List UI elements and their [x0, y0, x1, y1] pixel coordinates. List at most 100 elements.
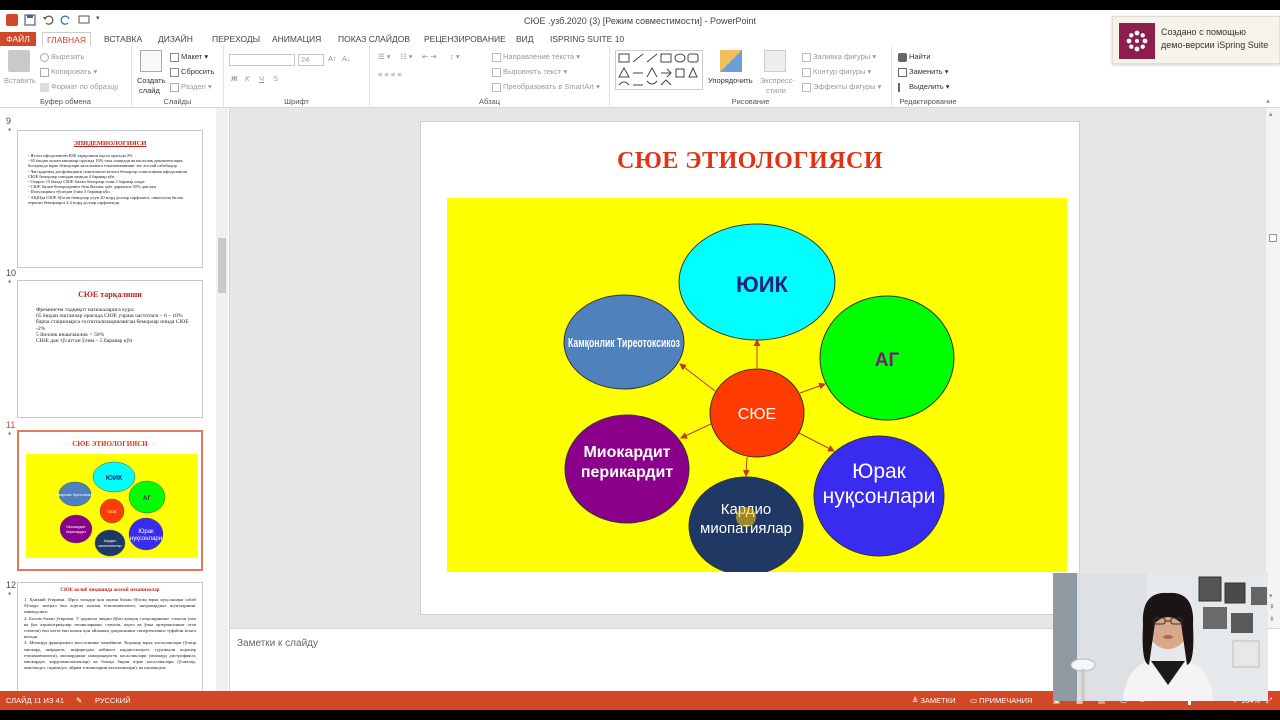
new-slide-button-line2[interactable]: слайд	[139, 86, 160, 95]
tab-insert[interactable]: ВСТАВКА	[100, 32, 146, 46]
next-slide-icon[interactable]: ⇟	[1269, 615, 1275, 623]
smartart-icon	[492, 82, 501, 92]
select-button[interactable]: Выделить ▾	[898, 82, 949, 92]
format-painter-button[interactable]: Формат по образцу	[40, 82, 118, 92]
paste-button[interactable]: Вставить	[4, 76, 36, 85]
scrollbar-thumb[interactable]	[218, 238, 226, 293]
shape-outline-button[interactable]: Контур фигуры ▾	[802, 67, 871, 77]
strikethrough-button[interactable]: S	[273, 74, 278, 83]
animation-star-icon: *	[8, 279, 12, 288]
current-slide[interactable]: СЮЕ ЭТИОЛОГИЯСИ ЮИК АГ Камқонлик Тиреото…	[420, 121, 1080, 615]
new-slide-icon[interactable]	[140, 50, 162, 72]
tab-ispring[interactable]: ISPRING SUITE 10	[546, 32, 628, 46]
webcam-overlay	[1053, 573, 1268, 701]
editor-scrollbar[interactable]: ▴ ▾ ⇞ ⇟	[1266, 108, 1280, 628]
align-text-button[interactable]: Выровнять текст ▾	[492, 67, 567, 77]
align-icons[interactable]: ≡ ≡ ≡ ≡	[378, 70, 402, 79]
scroll-down-icon[interactable]: ▾	[1269, 592, 1273, 600]
pointer-highlight	[736, 507, 756, 527]
slide-title[interactable]: СЮЕ ЭТИОЛОГИЯСИ	[421, 148, 1079, 175]
spellcheck-icon[interactable]: ✎	[76, 696, 82, 705]
tab-home[interactable]: ГЛАВНАЯ	[42, 32, 91, 46]
slide-counter: СЛАЙД 11 ИЗ 41	[6, 696, 64, 705]
shape-fill-button[interactable]: Заливка фигуры ▾	[802, 52, 876, 62]
layout-icon	[170, 52, 179, 62]
copy-button[interactable]: Копировать ▾	[40, 67, 97, 77]
font-family-input[interactable]	[229, 54, 295, 66]
group-label: Абзац	[478, 97, 501, 106]
ispring-demo-toast[interactable]: Создано с помощью демо-версии iSpring Su…	[1112, 16, 1280, 64]
quick-styles-line2[interactable]: стили	[766, 86, 786, 95]
reset-icon	[170, 67, 179, 77]
tab-view[interactable]: ВИД	[512, 32, 538, 46]
tab-design[interactable]: ДИЗАЙН	[154, 32, 197, 46]
find-button[interactable]: Найти	[898, 52, 930, 62]
quick-styles-line1[interactable]: Экспресс-	[760, 76, 795, 85]
underline-button[interactable]: Ч	[259, 74, 264, 83]
indent-icon[interactable]: ⇤ ⇥	[422, 52, 437, 61]
line-spacing-icon[interactable]: ↕ ▾	[450, 52, 460, 61]
cut-button[interactable]: Вырезать	[40, 52, 84, 62]
notes-placeholder[interactable]: Заметки к слайду	[237, 638, 318, 649]
slides-pane-scrollbar[interactable]	[216, 108, 228, 691]
smartart-button[interactable]: Преобразовать в SmartArt ▾	[492, 82, 600, 92]
bold-button[interactable]: Ж	[231, 74, 238, 83]
tab-review[interactable]: РЕЦЕНЗИРОВАНИЕ	[420, 32, 510, 46]
diagram-background[interactable]: ЮИК АГ Камқонлик Тиреотоксикоз СЮЕ Миока…	[447, 198, 1067, 576]
numbering-icon[interactable]: ☷ ▾	[400, 52, 413, 61]
thumb-text-line: 3. Миокард функционал массасининг камайи…	[24, 640, 196, 671]
tab-slideshow[interactable]: ПОКАЗ СЛАЙДОВ	[334, 32, 414, 46]
toast-message: Создано с помощью демо-версии iSpring Su…	[1161, 27, 1269, 50]
tab-animation[interactable]: АНИМАЦИЯ	[268, 32, 325, 46]
reset-button[interactable]: Сбросить	[170, 67, 214, 77]
collapse-ribbon-icon[interactable]: ▴	[1266, 96, 1270, 105]
notes-toggle[interactable]: ≜ ЗАМЕТКИ	[912, 696, 956, 705]
tab-file[interactable]: ФАЙЛ	[0, 32, 36, 46]
arrow-to-ag	[799, 382, 826, 394]
thumb-title: СЮЕ тарқалиши	[78, 290, 142, 299]
text-direction-button[interactable]: Направление текста ▾	[492, 52, 580, 62]
tab-transitions[interactable]: ПЕРЕХОДЫ	[208, 32, 264, 46]
section-button[interactable]: Раздел ▾	[170, 82, 212, 92]
thumb-label-miokardit-1: Миокардит	[66, 525, 86, 529]
shapes-gallery[interactable]	[615, 50, 703, 90]
shape-effects-button[interactable]: Эффекты фигуры ▾	[802, 82, 881, 92]
thumb-title: ЭПИДЕМИОЛОГИЯСИ	[73, 140, 147, 147]
new-slide-button-line1[interactable]: Создать	[137, 76, 166, 85]
font-size-input[interactable]: 24	[298, 54, 324, 66]
pen-icon	[802, 67, 811, 77]
arrange-button[interactable]: Упорядочить	[708, 76, 753, 85]
decrease-font-icon[interactable]: A↓	[342, 54, 351, 63]
italic-button[interactable]: К	[245, 74, 249, 83]
layout-button[interactable]: Макет ▾	[170, 52, 208, 62]
thumb-text-line: 2. Босим билан ўтирими. У қоринча чиқиш …	[24, 615, 196, 640]
label-yurak-2: нуқсонлари	[823, 485, 936, 508]
thumb-text-line: - 65 ёшдан ошган кишилар орасида 10% гач…	[28, 158, 183, 169]
paste-icon[interactable]	[8, 50, 30, 72]
thumb-body: - Яхлол ифодалангнн ЮК тарқалиши аҳоли о…	[18, 147, 202, 205]
thumb-label-yurak-1: Юрак	[138, 529, 154, 535]
thumb-node-kardio	[94, 529, 126, 557]
group-paragraph: ☰ ▾ ☷ ▾ ⇤ ⇥ ↕ ▾ ≡ ≡ ≡ ≡ Направление текс…	[370, 46, 610, 108]
copy-icon	[40, 67, 49, 77]
scroll-thumb[interactable]	[1269, 234, 1277, 242]
group-label: Шрифт	[284, 97, 309, 106]
slide-thumbnail-12[interactable]: СЮЕ келиб чиқишида асосий механизмлар 1.…	[17, 582, 203, 691]
slide-thumbnail-10[interactable]: СЮЕ тарқалиши Фремингем тадқиқот натижал…	[17, 280, 203, 418]
slide-thumbnail-9[interactable]: ЭПИДЕМИОЛОГИЯСИ - Яхлол ифодалангнн ЮК т…	[17, 130, 203, 268]
arrange-icon[interactable]	[720, 50, 742, 72]
slide-thumbnail-11[interactable]: СЮЕ ЭТИОЛОГИЯСИ ЮИК АГ СЮЕ Камқонлик Тир…	[17, 430, 203, 571]
animation-star-icon: *	[8, 127, 12, 136]
prev-slide-icon[interactable]: ⇞	[1269, 603, 1275, 611]
language-indicator[interactable]: РУССКИЙ	[95, 696, 131, 705]
replace-button[interactable]: Заменить ▾	[898, 67, 949, 77]
bullets-icon[interactable]: ☰ ▾	[378, 52, 391, 61]
comments-toggle[interactable]: ▭ ПРИМЕЧАНИЯ	[970, 696, 1032, 705]
thumb-number: 9	[6, 116, 12, 126]
brush-icon	[40, 82, 49, 92]
increase-font-icon[interactable]: A↑	[328, 54, 337, 63]
scroll-up-icon[interactable]: ▴	[1269, 110, 1273, 118]
section-icon	[170, 82, 179, 92]
thumb-diagram: ЮИК АГ СЮЕ Камқонлик Тиреотоксикоз Миока…	[26, 454, 198, 558]
quick-styles-icon[interactable]	[764, 50, 786, 72]
